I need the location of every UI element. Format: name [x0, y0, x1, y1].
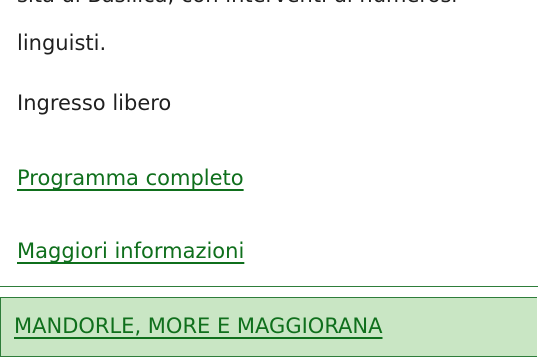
- program-link[interactable]: Programma completo: [17, 163, 244, 193]
- paragraph-clipped-line: sita di Basilica, con interventi di nume…: [17, 0, 457, 10]
- next-section-title-link[interactable]: MANDORLE, MORE E MAGGIORANA: [14, 311, 383, 341]
- more-info-link[interactable]: Maggiori informazioni: [17, 236, 244, 266]
- next-section-header[interactable]: MANDORLE, MORE E MAGGIORANA: [0, 297, 537, 357]
- section-divider: [0, 286, 538, 287]
- paragraph-end-text: linguisti.: [17, 31, 107, 55]
- entry-info-text: Ingresso libero: [17, 91, 172, 115]
